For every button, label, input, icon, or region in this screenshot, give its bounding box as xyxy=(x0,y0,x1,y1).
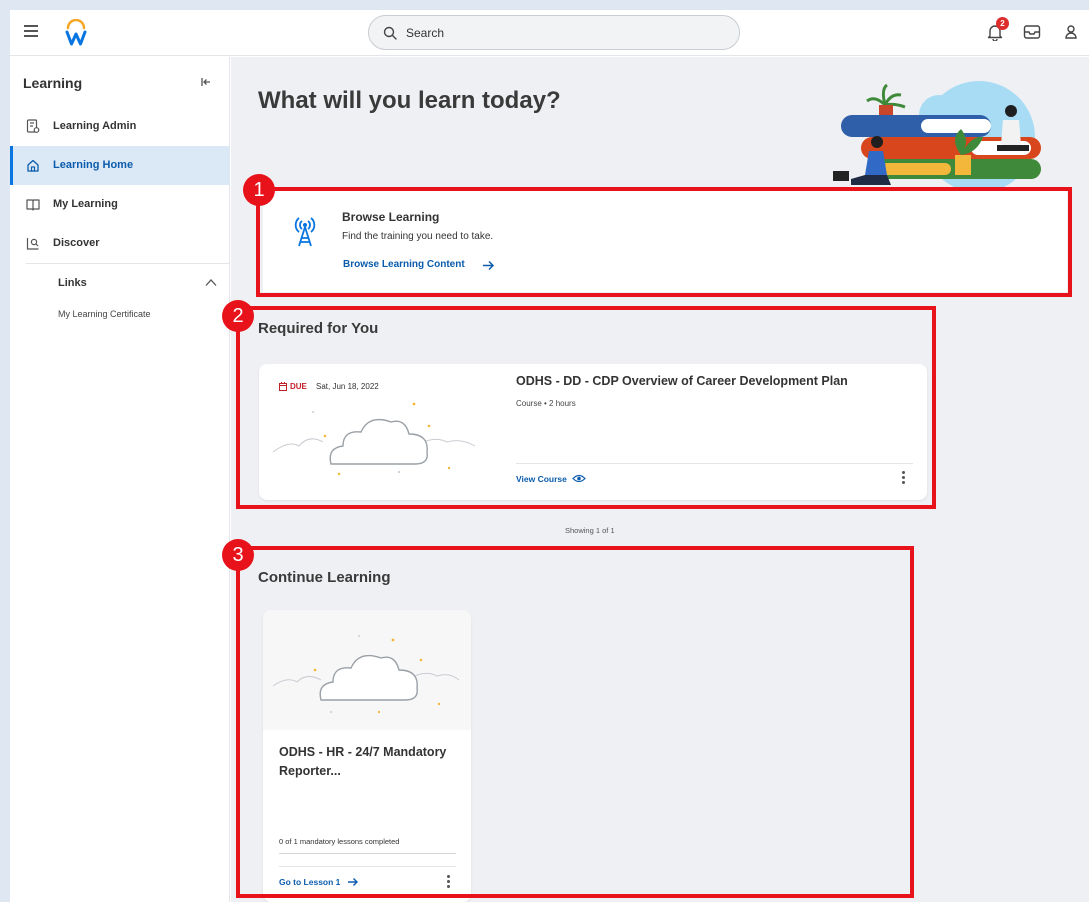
chevron-up-icon[interactable] xyxy=(205,278,217,287)
sidebar-item-label: Discover xyxy=(53,237,100,249)
page-title: What will you learn today? xyxy=(258,87,561,114)
sidebar-item-label: Learning Home xyxy=(53,159,134,171)
profile-icon[interactable] xyxy=(1064,24,1078,40)
sidebar-item-label: Learning Admin xyxy=(53,120,137,132)
inbox-icon[interactable] xyxy=(1023,24,1041,40)
search-input[interactable]: Search xyxy=(368,15,740,50)
callout-box-2 xyxy=(236,306,936,509)
callout-number-3: 3 xyxy=(222,539,254,571)
window-edge-left xyxy=(0,0,10,902)
collapse-sidebar-icon[interactable] xyxy=(200,76,212,88)
sidebar-item-learning-home[interactable]: Learning Home xyxy=(10,146,230,185)
menu-icon[interactable] xyxy=(24,25,38,37)
discover-icon xyxy=(26,238,39,250)
callout-box-1 xyxy=(256,187,1072,297)
search-placeholder: Search xyxy=(406,26,445,40)
home-icon xyxy=(27,159,39,172)
sidebar-title: Learning xyxy=(23,75,83,91)
sidebar-item-learning-admin[interactable]: Learning Admin xyxy=(10,107,230,146)
link-my-learning-certificate[interactable]: My Learning Certificate xyxy=(58,309,151,319)
callout-number-1: 1 xyxy=(243,174,275,206)
sidebar-item-my-learning[interactable]: My Learning xyxy=(10,185,230,224)
links-heading: Links xyxy=(58,277,87,289)
sidebar-divider xyxy=(26,263,230,264)
sidebar: Learning Learning Admin Learning Home My… xyxy=(10,57,230,902)
notification-badge: 2 xyxy=(996,17,1009,30)
book-icon xyxy=(26,199,40,211)
sidebar-item-discover[interactable]: Discover xyxy=(10,224,230,263)
workday-logo[interactable] xyxy=(64,19,88,47)
pagination-summary: Showing 1 of 1 xyxy=(565,526,615,535)
app-window: Search 2 Learning Learning Admin Learnin… xyxy=(0,0,1089,902)
search-icon xyxy=(383,26,397,40)
window-edge-top xyxy=(0,0,1089,10)
hero-illustration xyxy=(833,81,1041,190)
top-bar: Search 2 xyxy=(10,10,1089,56)
callout-box-3 xyxy=(236,546,914,898)
sidebar-item-label: My Learning xyxy=(53,198,118,210)
learning-admin-icon xyxy=(26,119,40,133)
callout-number-2: 2 xyxy=(222,300,254,332)
